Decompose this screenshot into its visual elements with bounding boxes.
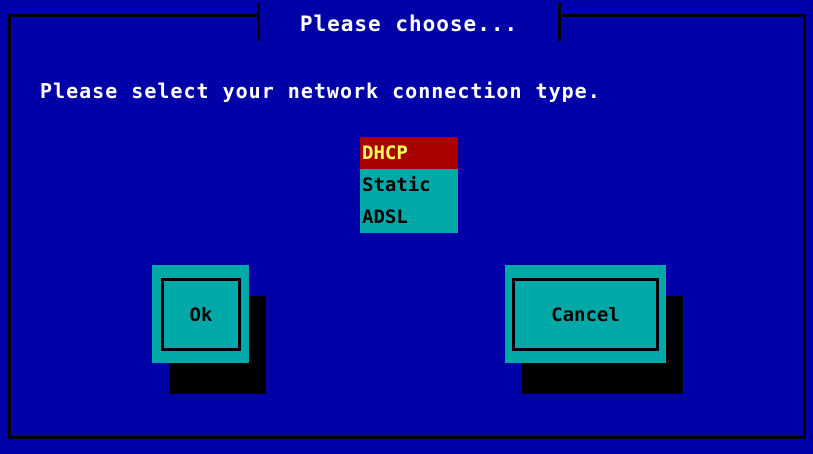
title-separator-right bbox=[558, 3, 561, 41]
dialog-frame-top-right bbox=[562, 14, 805, 17]
dialog-title: Please choose... bbox=[299, 12, 519, 36]
dialog-frame-bottom bbox=[8, 436, 806, 439]
connection-option-dhcp[interactable]: DHCP bbox=[360, 137, 458, 169]
dialog-frame-top-left bbox=[8, 14, 258, 17]
ok-button-label: Ok bbox=[161, 278, 241, 351]
ok-button[interactable]: Ok bbox=[152, 265, 249, 363]
dialog-frame-left bbox=[8, 14, 11, 439]
connection-option-static[interactable]: Static bbox=[360, 169, 458, 201]
dialog-frame-right bbox=[803, 14, 806, 439]
connection-type-list[interactable]: DHCP Static ADSL bbox=[360, 137, 458, 233]
installer-screen: Please choose... Please select your netw… bbox=[0, 0, 813, 454]
network-type-dialog: Please choose... Please select your netw… bbox=[0, 0, 813, 454]
cancel-button-label: Cancel bbox=[512, 278, 659, 351]
dialog-prompt: Please select your network connection ty… bbox=[40, 79, 601, 103]
connection-option-adsl[interactable]: ADSL bbox=[360, 201, 458, 233]
cancel-button[interactable]: Cancel bbox=[505, 265, 666, 363]
